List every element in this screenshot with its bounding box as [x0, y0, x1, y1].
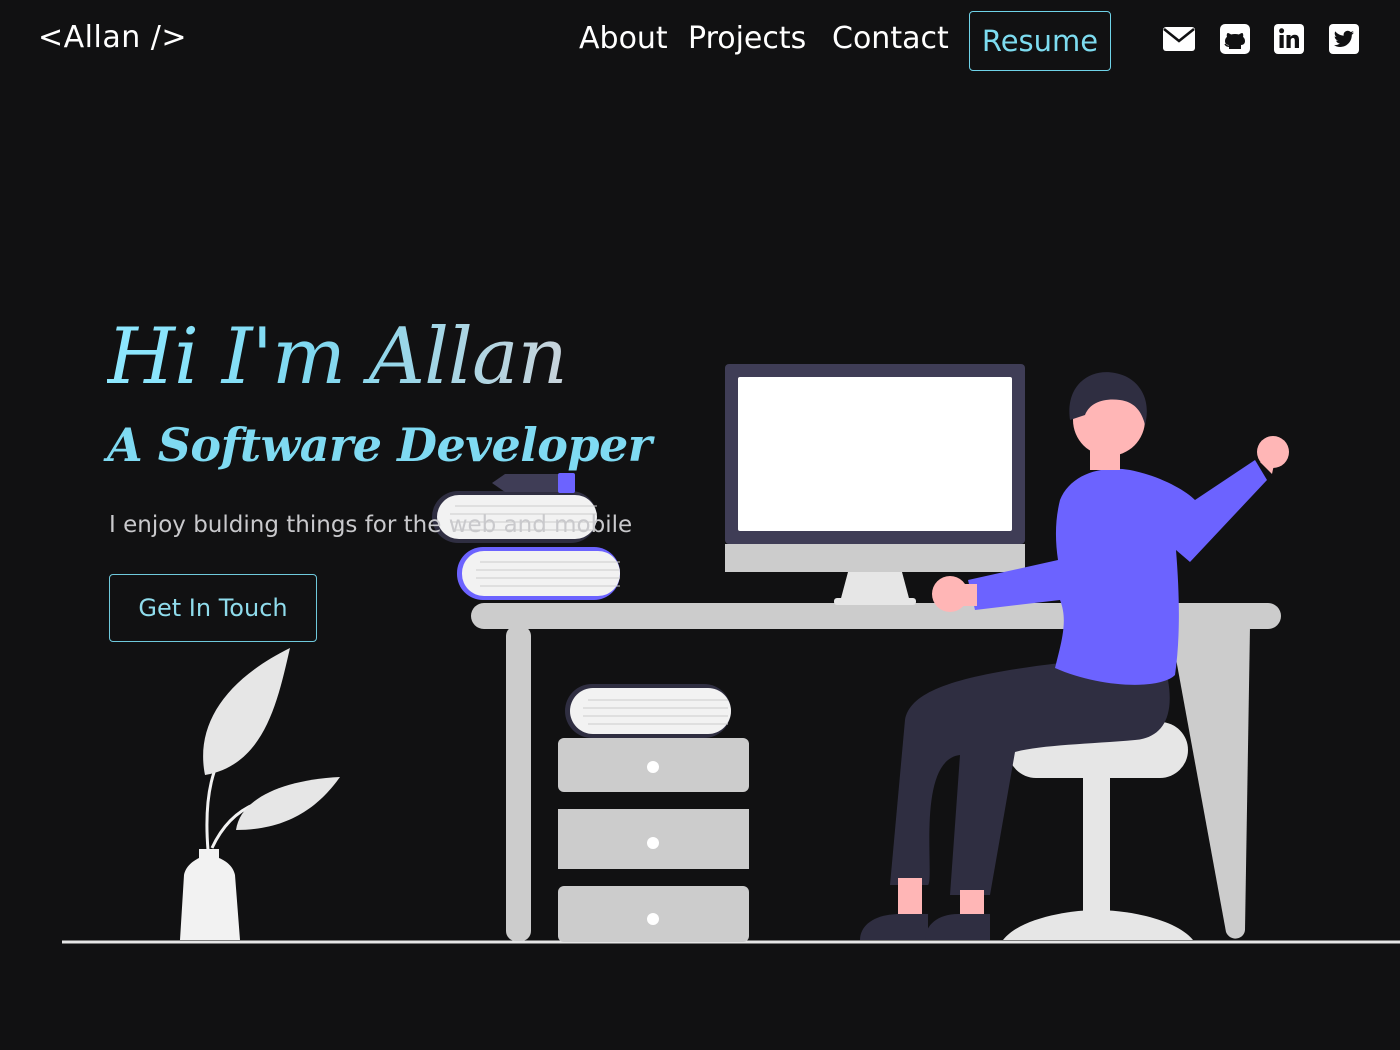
- plant-illustration: [180, 648, 340, 940]
- page: <Allan /> About Projects Contact Resume …: [0, 0, 1400, 1050]
- drawer-cabinet-illustration: [558, 684, 749, 942]
- hero-tagline: I enjoy bulding things for the web and m…: [109, 512, 633, 538]
- monitor-illustration: [725, 364, 1025, 605]
- stool-illustration: [1003, 722, 1193, 940]
